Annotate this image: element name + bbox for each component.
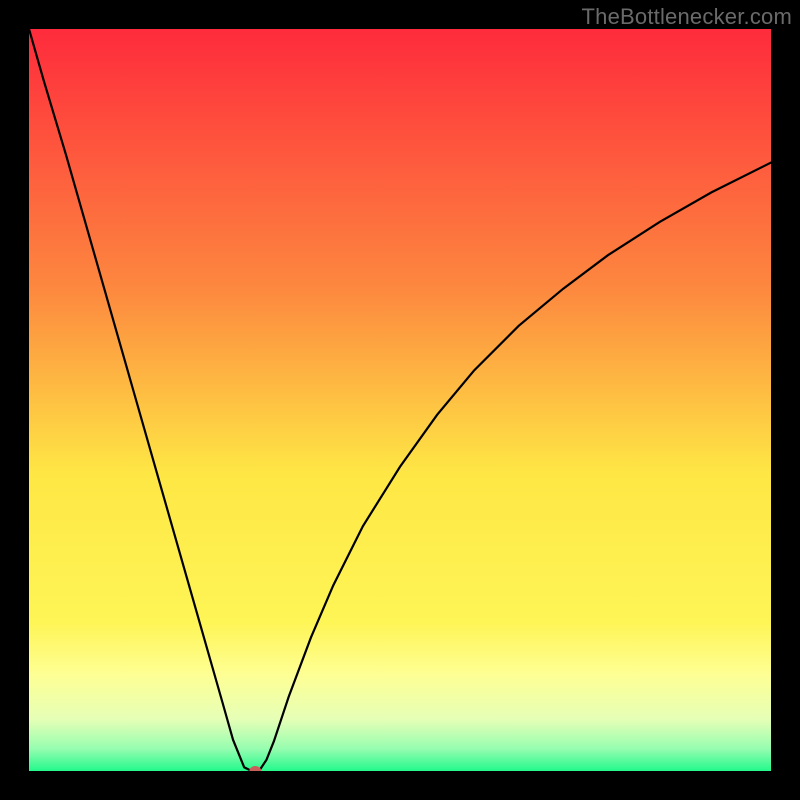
- watermark-text: TheBottlenecker.com: [582, 4, 792, 30]
- chart-frame: [29, 29, 771, 771]
- bottleneck-chart: [29, 29, 771, 771]
- chart-background: [29, 29, 771, 771]
